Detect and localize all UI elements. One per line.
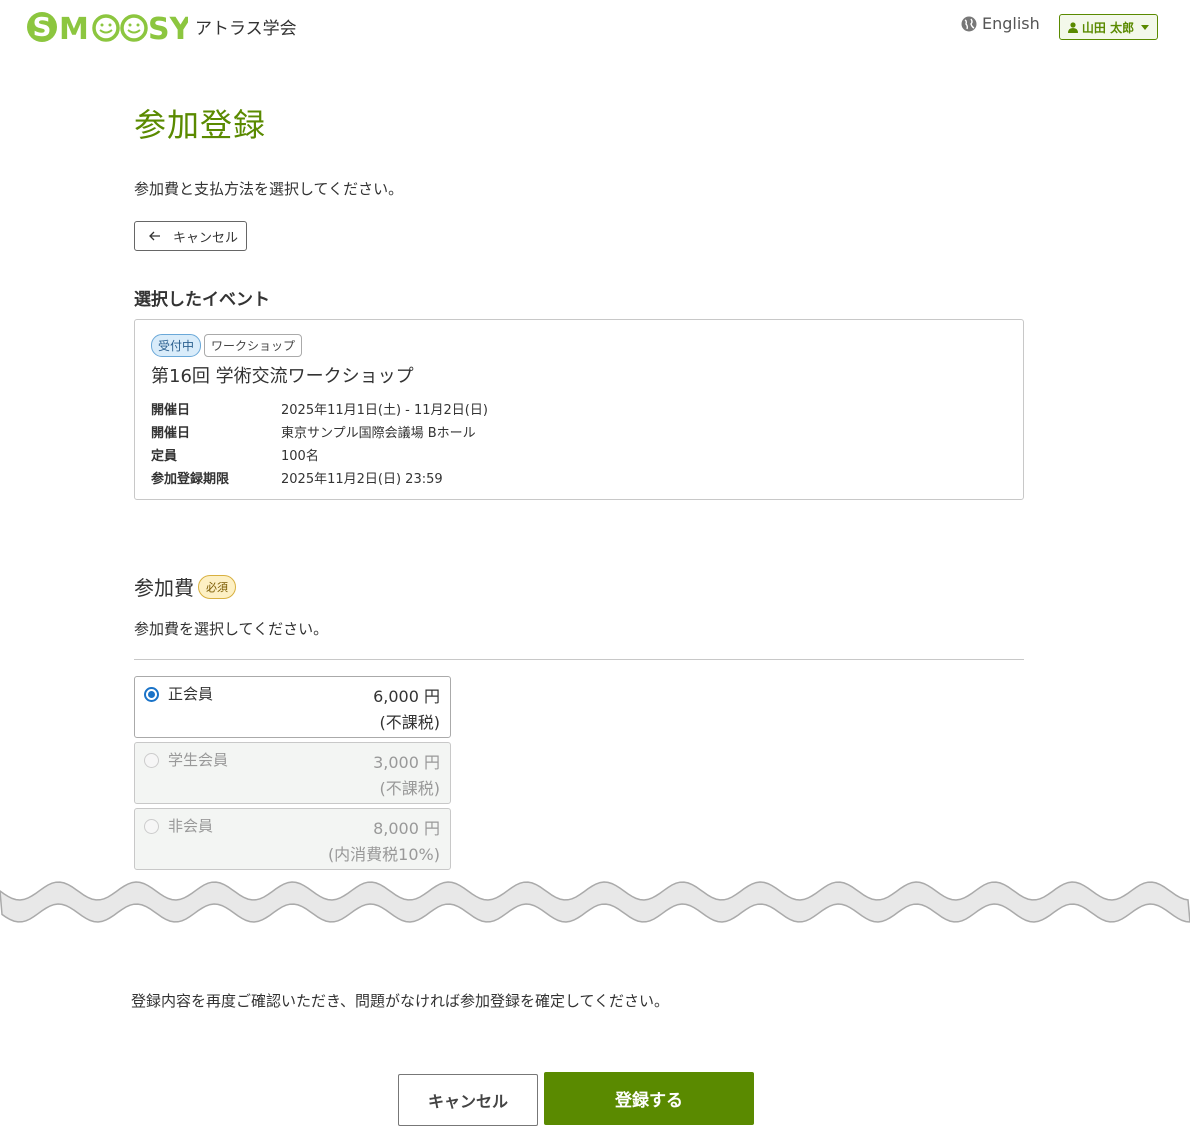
fee-option-price: 8,000 円	[373, 819, 440, 838]
globe-icon	[961, 16, 977, 31]
caret-down-icon	[1141, 24, 1150, 30]
confirm-text: 登録内容を再度ご確認いただき、問題がなければ参加登録を確定してください。	[131, 992, 670, 1010]
svg-text:M: M	[59, 12, 88, 44]
detail-label: 参加登録期限	[151, 472, 230, 487]
fee-heading: 参加費 必須	[134, 572, 236, 601]
detail-label: 定員	[151, 449, 178, 464]
event-detail-row: 開催日 東京サンプル国際会議場 Bホール	[151, 420, 488, 443]
cancel-button[interactable]: キャンセル	[398, 1074, 538, 1126]
site-header: S M SY アトラス学会 English 山田 太郎	[0, 0, 1190, 56]
back-cancel-button[interactable]: キャンセル	[134, 221, 247, 251]
detail-value: 2025年11月1日(土) - 11月2日(日)	[281, 403, 488, 418]
fee-option-label: 正会員	[168, 685, 214, 703]
svg-text:S: S	[33, 13, 52, 43]
selected-event-heading: 選択したイベント	[134, 290, 270, 310]
event-name: 第16回 学術交流ワークショップ	[151, 366, 414, 387]
fee-option-tax: (不課税)	[379, 713, 441, 732]
smoosy-logo[interactable]: S M SY	[26, 10, 188, 44]
submit-button[interactable]: 登録する	[544, 1072, 754, 1125]
organization-name: アトラス学会	[195, 19, 297, 39]
detail-value: 2025年11月2日(日) 23:59	[281, 472, 443, 487]
detail-value: 100名	[281, 449, 319, 464]
detail-label: 開催日	[151, 403, 191, 418]
fee-option-price: 3,000 円	[373, 753, 440, 772]
event-card: 受付中 ワークショップ 第16回 学術交流ワークショップ 開催日 2025年11…	[134, 319, 1024, 500]
required-badge: 必須	[198, 574, 236, 599]
arrow-left-icon	[149, 231, 160, 241]
fee-radio	[144, 819, 159, 834]
event-detail-row: 開催日 2025年11月1日(土) - 11月2日(日)	[151, 397, 488, 420]
fee-option-label: 非会員	[168, 817, 214, 835]
svg-text:SY: SY	[148, 12, 188, 44]
fee-heading-label: 参加費	[134, 576, 194, 600]
status-badge: 受付中	[151, 334, 202, 357]
smoosy-logo-mark: S M SY	[27, 12, 188, 44]
fee-option-label: 学生会員	[168, 751, 229, 769]
language-label: English	[982, 14, 1040, 33]
fee-option-non-member: 非会員 8,000 円 (内消費税10%)	[134, 808, 451, 870]
event-detail-row: 参加登録期限 2025年11月2日(日) 23:59	[151, 466, 488, 489]
back-cancel-label: キャンセル	[173, 230, 239, 246]
fee-option-student-member: 学生会員 3,000 円 (不課税)	[134, 742, 451, 804]
event-badges: 受付中 ワークショップ	[151, 334, 303, 357]
fee-radio[interactable]	[144, 687, 159, 702]
fee-radio	[144, 753, 159, 768]
page-break-wave	[0, 881, 1190, 923]
event-details: 開催日 2025年11月1日(土) - 11月2日(日) 開催日 東京サンプル国…	[151, 397, 488, 489]
fee-description: 参加費を選択してください。	[134, 620, 329, 638]
detail-label: 開催日	[151, 426, 191, 441]
fee-option-regular-member[interactable]: 正会員 6,000 円 (不課税)	[134, 676, 451, 738]
user-name: 山田 太郎	[1081, 20, 1135, 35]
fee-option-price: 6,000 円	[373, 687, 440, 706]
section-divider	[134, 659, 1024, 660]
detail-value: 東京サンプル国際会議場 Bホール	[281, 426, 476, 441]
page-intro: 参加費と支払方法を選択してください。	[134, 180, 404, 198]
language-switch-link[interactable]: English	[961, 14, 1040, 33]
event-type-badge: ワークショップ	[204, 334, 303, 357]
event-detail-row: 定員 100名	[151, 443, 488, 466]
user-menu-button[interactable]: 山田 太郎	[1059, 14, 1158, 40]
fee-option-tax: (内消費税10%)	[327, 845, 440, 864]
user-icon	[1067, 21, 1078, 33]
fee-option-tax: (不課税)	[379, 779, 441, 798]
page-title: 参加登録	[134, 106, 267, 144]
